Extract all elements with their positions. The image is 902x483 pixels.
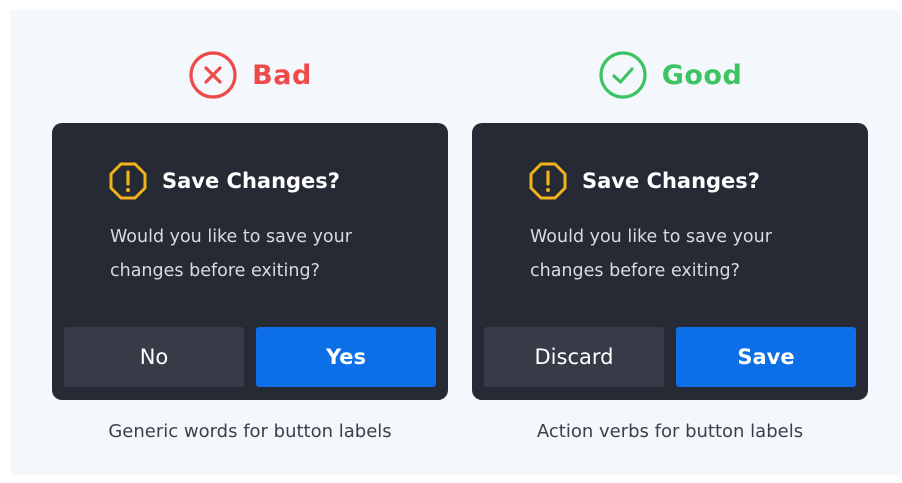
save-button[interactable]: Save	[676, 327, 856, 387]
dialog-header: Save Changes?	[108, 161, 340, 201]
dialog-message: Would you like to save your changes befo…	[530, 220, 840, 288]
bad-caption: Generic words for button labels	[108, 421, 392, 442]
save-changes-dialog: Save Changes? Would you like to save you…	[52, 123, 448, 400]
bad-verdict: Bad	[52, 50, 448, 100]
dialog-message-line: changes before exiting?	[110, 261, 320, 281]
discard-button[interactable]: Discard	[484, 327, 664, 387]
good-verdict: Good	[472, 50, 868, 100]
comparison-canvas: Bad Save Changes? Would you like to save…	[10, 10, 900, 475]
yes-button[interactable]: Yes	[256, 327, 436, 387]
warning-octagon-icon	[109, 162, 147, 200]
no-button[interactable]: No	[64, 327, 244, 387]
save-changes-dialog: Save Changes? Would you like to save you…	[472, 123, 868, 400]
bad-label: Bad	[252, 59, 312, 91]
good-label: Good	[661, 59, 743, 91]
check-circle-icon	[599, 51, 647, 99]
dialog-message: Would you like to save your changes befo…	[110, 220, 420, 288]
good-example: Good Save Changes? Would you like to sav…	[472, 10, 868, 475]
dialog-message-line: Would you like to save your	[110, 227, 352, 247]
dialog-message-line: changes before exiting?	[530, 261, 740, 281]
dialog-message-line: Would you like to save your	[530, 227, 772, 247]
dialog-title: Save Changes?	[162, 169, 340, 193]
warning-octagon-icon	[529, 162, 567, 200]
dialog-title: Save Changes?	[582, 169, 760, 193]
dialog-header: Save Changes?	[528, 161, 760, 201]
good-caption: Action verbs for button labels	[536, 421, 804, 442]
x-circle-icon	[189, 51, 237, 99]
bad-example: Bad Save Changes? Would you like to save…	[52, 10, 448, 475]
